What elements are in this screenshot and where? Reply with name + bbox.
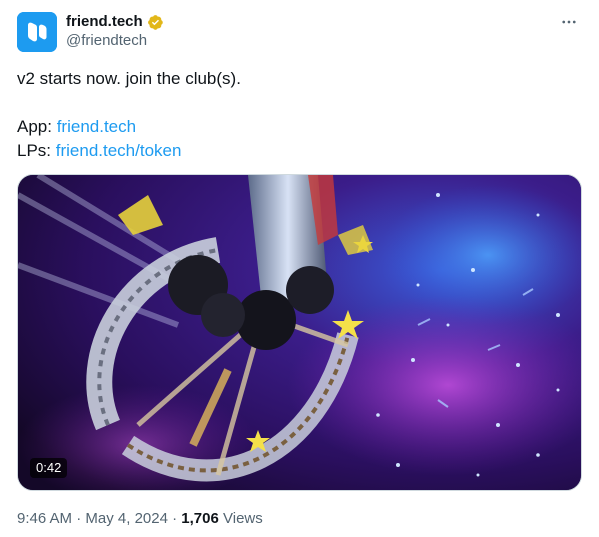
views-count: 1,706 [181,510,219,527]
author-handle[interactable]: @friendtech [66,32,147,50]
more-horizontal-icon [562,20,576,24]
author-avatar[interactable] [17,12,57,52]
verified-badge-icon [147,14,163,30]
meta-separator: · [72,510,86,527]
tweet-text-line-1: v2 starts now. join the club(s). [17,69,241,88]
app-link[interactable]: friend.tech [57,117,136,136]
views-label: Views [218,510,263,527]
tweet-time[interactable]: 9:46 AM [17,510,72,527]
video-duration-badge: 0:42 [30,458,68,478]
app-label: App: [17,117,57,136]
app-line: App: friend.tech [17,115,577,139]
author-name-row: friend.tech [66,12,164,32]
video-player[interactable]: 0:42 [17,174,582,491]
more-options-button[interactable] [557,12,581,32]
meta-separator: · [167,510,182,527]
lps-label: LPs: [17,141,56,160]
lps-line: LPs: friend.tech/token [17,139,577,163]
friendtech-logo-icon [17,12,57,52]
author-display-name[interactable]: friend.tech [66,12,143,32]
tweet-meta: 9:46 AM · May 4, 2024 · 1,706 Views [17,509,263,529]
tweet-date[interactable]: May 4, 2024 [85,510,168,527]
tweet-text: v2 starts now. join the club(s). App: fr… [17,67,577,163]
lps-link[interactable]: friend.tech/token [56,141,182,160]
video-thumbnail-image [18,175,581,490]
tweet-card: friend.tech @friendtech v2 starts now. j… [0,0,599,537]
